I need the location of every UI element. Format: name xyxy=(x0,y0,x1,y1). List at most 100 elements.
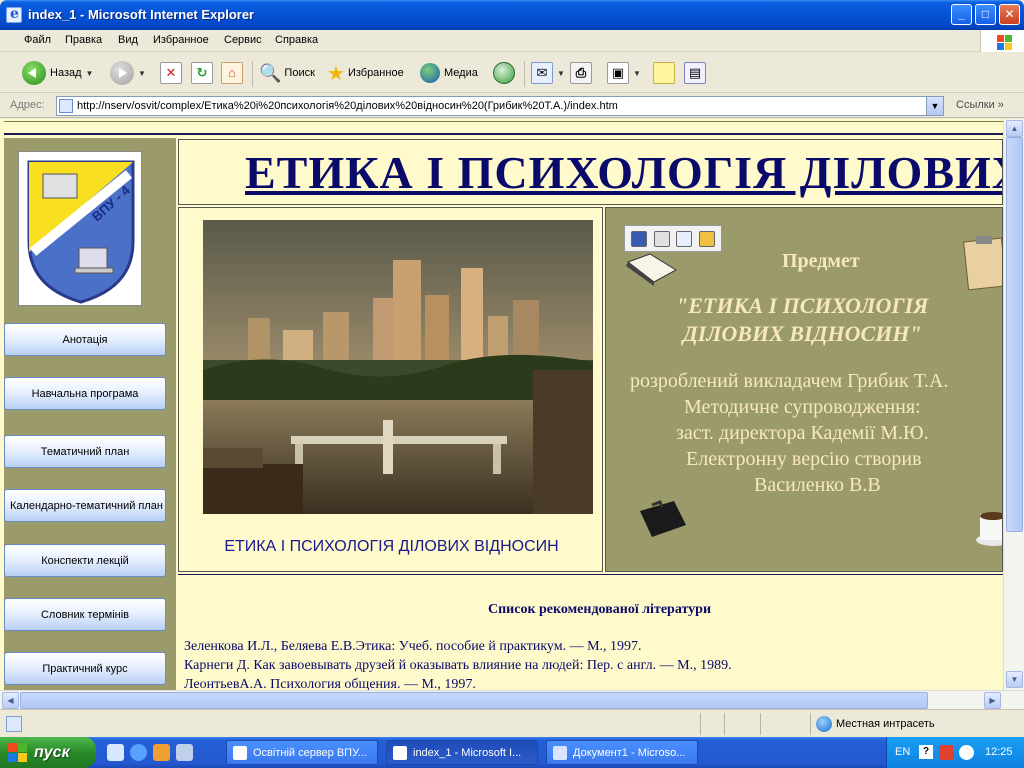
standard-toolbar: Назад ▼ ▼ ✕ ↻ ⌂ 🔍 Поиск ★ Избранное Меди… xyxy=(0,53,1024,93)
home-button[interactable]: ⌂ xyxy=(221,59,243,87)
nav-thematic-plan[interactable]: Тематичний план xyxy=(4,435,166,468)
horizontal-scrollbar[interactable]: ◀ ▶ xyxy=(0,690,1024,709)
heading-panel: ЕТИКА І ПСИХОЛОГІЯ ДІЛОВИХ ВІДНОСИН xyxy=(178,139,1003,205)
nav-lecture-notes[interactable]: Конспекти лекцій xyxy=(4,544,166,577)
discuss-button[interactable] xyxy=(653,59,675,87)
coffee-cup-icon xyxy=(976,512,1002,546)
back-label: Назад xyxy=(50,67,82,79)
toolbar-separator xyxy=(252,61,253,87)
subject-name-line: "ЕТИКА І ПСИХОЛОГІЯ xyxy=(676,293,929,318)
favorites-label: Избранное xyxy=(347,67,404,79)
task-button-index[interactable]: index_1 - Microsoft I... xyxy=(386,740,538,765)
task-label: Освітній сервер ВПУ... xyxy=(253,746,367,759)
history-button[interactable] xyxy=(493,59,515,87)
nav-curriculum[interactable]: Навчальна програма xyxy=(4,377,166,410)
vertical-scroll-thumb[interactable] xyxy=(1006,137,1023,532)
menu-edit[interactable]: Правка xyxy=(65,34,102,46)
briefcase-icon xyxy=(640,500,686,537)
subject-label: Предмет xyxy=(782,250,860,272)
home-icon: ⌂ xyxy=(221,62,243,84)
media-button[interactable]: Медиа xyxy=(420,59,478,87)
subject-name-line: ДІЛОВИХ ВІДНОСИН" xyxy=(682,321,922,346)
quicklaunch-app-icon[interactable] xyxy=(176,744,193,761)
mail-icon[interactable] xyxy=(676,230,693,247)
subject-name: "ЕТИКА І ПСИХОЛОГІЯ ДІЛОВИХ ВІДНОСИН" xyxy=(676,292,928,348)
mail-dropdown-icon[interactable]: ▼ xyxy=(557,69,565,78)
scroll-up-icon[interactable]: ▲ xyxy=(1006,120,1023,137)
windows-logo-icon xyxy=(8,742,28,763)
minimize-button[interactable]: _ xyxy=(951,4,972,25)
ie-task-icon xyxy=(393,745,407,760)
stop-icon: ✕ xyxy=(160,62,182,84)
window-title-bar[interactable]: index_1 - Microsoft Internet Explorer _ … xyxy=(0,0,1024,30)
folder-icon[interactable] xyxy=(698,230,715,247)
edit-icon: ▣ xyxy=(607,62,629,84)
links-button[interactable]: Ссылки » xyxy=(956,99,1004,111)
nav-annotation[interactable]: Анотація xyxy=(4,323,166,356)
research-button[interactable]: ▤ xyxy=(684,59,706,87)
address-input[interactable]: http://nserv/osvit/complex/Етика%20і%20п… xyxy=(56,96,944,116)
task-label: Документ1 - Microso... xyxy=(573,746,686,759)
system-tray: EN ? 12:25 xyxy=(886,737,1024,768)
start-button[interactable]: пуск xyxy=(0,737,96,768)
save-icon[interactable] xyxy=(631,230,648,247)
scroll-down-icon[interactable]: ▼ xyxy=(1006,671,1023,688)
print-icon[interactable] xyxy=(653,230,670,247)
stop-button[interactable]: ✕ xyxy=(160,59,182,87)
close-button[interactable]: ✕ xyxy=(999,4,1020,25)
status-divider xyxy=(760,713,761,735)
language-indicator[interactable]: EN xyxy=(895,746,910,758)
media-player-icon[interactable] xyxy=(153,744,170,761)
favorites-button[interactable]: ★ Избранное xyxy=(327,59,404,87)
top-strip xyxy=(4,121,1003,135)
nav-glossary[interactable]: Словник термінів xyxy=(4,598,166,631)
links-label: Ссылки xyxy=(956,99,995,111)
scroll-left-icon[interactable]: ◀ xyxy=(2,692,19,709)
printer-icon: ⎙ xyxy=(570,62,592,84)
note-icon xyxy=(653,62,675,84)
edit-dropdown-icon[interactable]: ▼ xyxy=(633,69,641,78)
address-dropdown-icon[interactable]: ▼ xyxy=(926,97,943,115)
ie-quicklaunch-icon[interactable] xyxy=(130,744,147,761)
forward-button[interactable]: ▼ xyxy=(110,59,146,87)
credit-line: заст. директора Кадемії М.Ю. xyxy=(676,422,929,444)
refresh-button[interactable]: ↻ xyxy=(191,59,213,87)
horizontal-scroll-thumb[interactable] xyxy=(20,692,928,709)
web-page-content: ВПУ - 4 Анотація Навчальна програма Тема… xyxy=(0,119,1003,690)
address-url[interactable]: http://nserv/osvit/complex/Етика%20і%20п… xyxy=(77,100,618,112)
sidebar-nav: ВПУ - 4 Анотація Навчальна програма Тема… xyxy=(4,138,176,690)
nav-calendar-plan[interactable]: Календарно-тематичний план xyxy=(4,489,166,522)
favorites-star-icon: ★ xyxy=(327,62,345,85)
windows-taskbar: пуск Освітній сервер ВПУ... index_1 - Mi… xyxy=(0,737,1024,768)
menu-tools[interactable]: Сервис xyxy=(224,34,262,46)
menu-file[interactable]: Файл xyxy=(24,34,51,46)
mail-button[interactable]: ✉ ▼ xyxy=(531,59,565,87)
literature-panel: Список рекомендованої літератури Зеленко… xyxy=(178,574,1003,690)
tray-app-icon[interactable] xyxy=(939,745,954,760)
menu-favorites[interactable]: Избранное xyxy=(153,34,209,46)
search-button[interactable]: 🔍 Поиск xyxy=(259,59,315,87)
menu-help[interactable]: Справка xyxy=(275,34,318,46)
search-icon: 🔍 xyxy=(259,62,282,83)
open-book-icon xyxy=(626,253,677,286)
scroll-right-icon[interactable]: ▶ xyxy=(984,692,1001,709)
back-dropdown-icon[interactable]: ▼ xyxy=(86,69,94,78)
maximize-button[interactable]: □ xyxy=(975,4,996,25)
address-bar: Адрес: http://nserv/osvit/complex/Етика%… xyxy=(0,94,1024,118)
nav-practical-course[interactable]: Практичний курс xyxy=(4,652,166,685)
credit-line: Методичне супроводження: xyxy=(684,396,921,418)
edit-button[interactable]: ▣ ▼ xyxy=(607,59,641,87)
tray-back-icon[interactable] xyxy=(959,745,974,760)
print-button[interactable]: ⎙ xyxy=(570,59,592,87)
show-desktop-icon[interactable] xyxy=(107,744,124,761)
credits-text: розроблений викладачем Грибик Т.А. Метод… xyxy=(630,368,948,498)
help-icon[interactable]: ? xyxy=(919,745,933,759)
task-button-word[interactable]: Документ1 - Microso... xyxy=(546,740,698,765)
task-button-server[interactable]: Освітній сервер ВПУ... xyxy=(226,740,378,765)
back-button[interactable]: Назад ▼ xyxy=(22,59,93,87)
forward-dropdown-icon[interactable]: ▼ xyxy=(138,69,146,78)
back-arrow-icon xyxy=(22,61,46,85)
ie-app-icon[interactable] xyxy=(6,6,22,23)
vertical-scrollbar[interactable]: ▲ ▼ xyxy=(1003,119,1024,690)
menu-view[interactable]: Вид xyxy=(118,34,138,46)
